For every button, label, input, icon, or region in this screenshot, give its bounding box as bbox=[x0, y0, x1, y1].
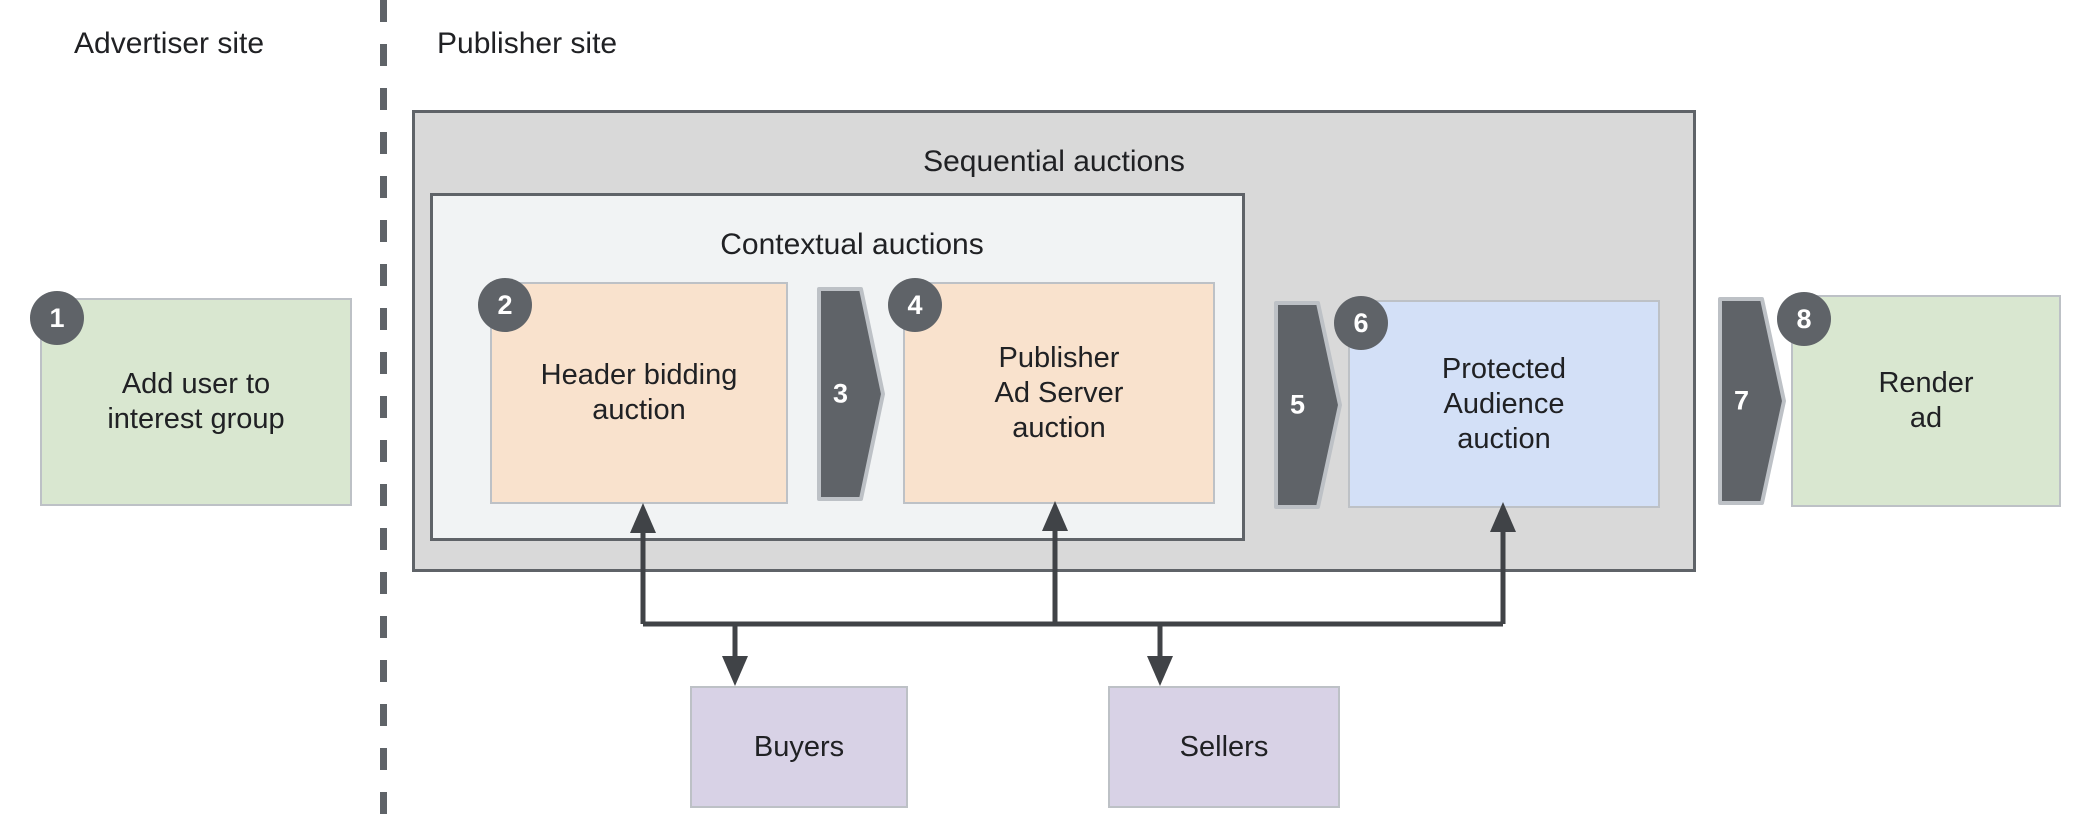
step-arrow-5-number: 5 bbox=[1290, 389, 1306, 420]
node-publisher-ad-server-auction[interactable]: Publisher Ad Server auction bbox=[903, 282, 1215, 504]
node-buyers[interactable]: Buyers bbox=[690, 686, 908, 808]
step-badge-8: 8 bbox=[1777, 292, 1831, 346]
step-arrow-3-number: 3 bbox=[833, 378, 849, 409]
sequential-auctions-label: Sequential auctions bbox=[923, 145, 1185, 178]
contextual-auctions-label: Contextual auctions bbox=[720, 228, 984, 261]
node-protected-audience-auction[interactable]: Protected Audience auction bbox=[1348, 300, 1660, 508]
step-badge-6: 6 bbox=[1334, 296, 1388, 350]
step-badge-1: 1 bbox=[30, 291, 84, 345]
step-arrow-3: 3 bbox=[815, 285, 887, 503]
step-badge-4: 4 bbox=[888, 278, 942, 332]
step-badge-2: 2 bbox=[478, 278, 532, 332]
diagram-canvas: Advertiser site Publisher site Sequentia… bbox=[0, 0, 2080, 818]
publisher-site-label: Publisher site bbox=[437, 27, 618, 60]
step-arrow-5: 5 bbox=[1272, 299, 1344, 511]
node-header-bidding-auction[interactable]: Header bidding auction bbox=[490, 282, 788, 504]
step-arrow-7-number: 7 bbox=[1734, 385, 1750, 416]
site-boundary-divider bbox=[380, 0, 387, 818]
node-render-ad[interactable]: Render ad bbox=[1791, 295, 2061, 507]
node-add-user-to-interest-group[interactable]: Add user to interest group bbox=[40, 298, 352, 506]
advertiser-site-label: Advertiser site bbox=[74, 27, 265, 60]
node-sellers[interactable]: Sellers bbox=[1108, 686, 1340, 808]
